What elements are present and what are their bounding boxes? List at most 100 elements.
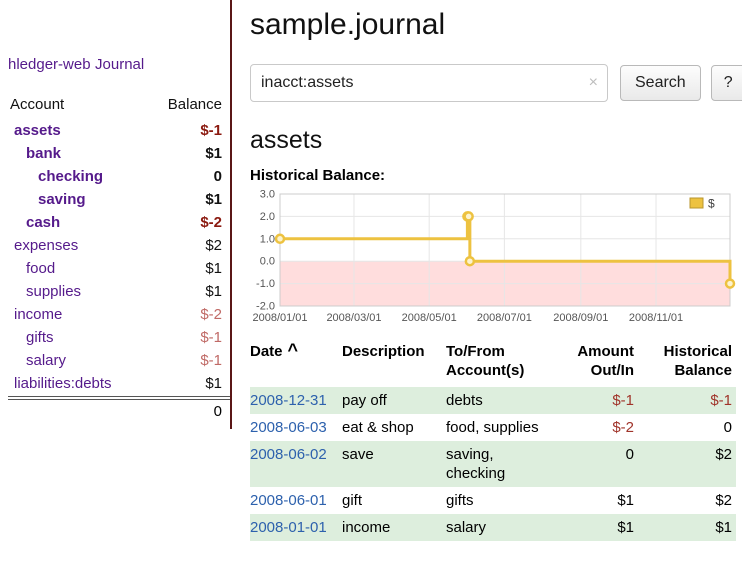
- account-row: bank $1: [8, 143, 230, 166]
- table-row: 2008-06-02 save saving, checking 0 $2: [250, 441, 736, 487]
- transaction-date-link[interactable]: 2008-06-01: [250, 492, 327, 509]
- svg-text:$: $: [708, 197, 715, 211]
- sidebar-account-income[interactable]: income: [14, 306, 62, 324]
- register-sort-date[interactable]: Date ^: [250, 342, 342, 387]
- transaction-balance: $1: [646, 514, 736, 541]
- transaction-amount: $-1: [564, 387, 646, 414]
- sidebar-account-checking[interactable]: checking: [38, 168, 103, 186]
- account-tree-header: Account Balance: [8, 94, 230, 120]
- svg-text:2008/01/01: 2008/01/01: [252, 312, 307, 324]
- sort-asc-icon: ^: [288, 340, 299, 360]
- transaction-description: eat & shop: [342, 414, 446, 441]
- table-row: 2008-01-01 income salary $1 $1: [250, 514, 736, 541]
- svg-text:2008/11/01: 2008/11/01: [629, 312, 683, 324]
- account-balance: $1: [205, 191, 222, 209]
- svg-text:3.0: 3.0: [260, 189, 275, 201]
- transaction-balance: $2: [646, 487, 736, 514]
- account-column-header: Account: [10, 96, 64, 113]
- table-row: 2008-12-31 pay off debts $-1 $-1: [250, 387, 736, 414]
- transaction-description: income: [342, 514, 446, 541]
- sidebar-account-gifts[interactable]: gifts: [26, 329, 54, 347]
- transaction-amount: $-2: [564, 414, 646, 441]
- sidebar-account-supplies[interactable]: supplies: [26, 283, 81, 301]
- account-row: assets $-1: [8, 120, 230, 143]
- account-row: cash $-2: [8, 212, 230, 235]
- account-balance: $1: [205, 145, 222, 163]
- transaction-date-link[interactable]: 2008-12-31: [250, 392, 327, 409]
- account-balance: $1: [205, 260, 222, 278]
- account-row: checking 0: [8, 166, 230, 189]
- register-table: Date ^ Description To/From Account(s) Amo…: [250, 342, 736, 541]
- account-row: gifts $-1: [8, 327, 230, 350]
- transaction-date-link[interactable]: 2008-01-01: [250, 519, 327, 536]
- brand-link[interactable]: hledger-web: [8, 56, 91, 73]
- search-form: × Search ?: [250, 64, 742, 102]
- main-content: sample.journal × Search ? assets Histori…: [232, 0, 742, 541]
- date-header-label: Date: [250, 343, 283, 360]
- sidebar-account-expenses[interactable]: expenses: [14, 237, 78, 255]
- transaction-balance: $2: [646, 441, 736, 487]
- historical-balance-chart[interactable]: 3.02.01.00.0-1.0-2.02008/01/012008/03/01…: [250, 188, 742, 330]
- transaction-date-link[interactable]: 2008-06-02: [250, 446, 327, 463]
- table-row: 2008-06-01 gift gifts $1 $2: [250, 487, 736, 514]
- search-button[interactable]: Search: [620, 65, 701, 101]
- sidebar-account-food[interactable]: food: [26, 260, 55, 278]
- transaction-date-link[interactable]: 2008-06-03: [250, 419, 327, 436]
- account-row: supplies $1: [8, 281, 230, 304]
- description-header: Description: [342, 342, 446, 387]
- transaction-amount: $1: [564, 514, 646, 541]
- account-row: expenses $2: [8, 235, 230, 258]
- account-tree: Account Balance assets $-1 bank $1 check…: [8, 94, 230, 423]
- register-header-row: Date ^ Description To/From Account(s) Amo…: [250, 342, 736, 387]
- balance-column-header: Balance: [168, 96, 222, 113]
- transaction-description: gift: [342, 487, 446, 514]
- account-row: salary $-1: [8, 350, 230, 373]
- svg-text:2.0: 2.0: [260, 211, 275, 223]
- transaction-description: save: [342, 441, 446, 487]
- transaction-description: pay off: [342, 387, 446, 414]
- account-balance: $-2: [200, 214, 222, 232]
- sidebar-account-salary[interactable]: salary: [26, 352, 66, 370]
- transaction-accounts: salary: [446, 514, 564, 541]
- clear-search-icon[interactable]: ×: [589, 75, 598, 91]
- chart-canvas[interactable]: 3.02.01.00.0-1.0-2.02008/01/012008/03/01…: [250, 188, 736, 330]
- search-input[interactable]: [250, 64, 608, 102]
- account-balance: $-1: [200, 329, 222, 347]
- sidebar-account-cash[interactable]: cash: [26, 214, 60, 232]
- account-balance: $-1: [200, 352, 222, 370]
- chart-title: Historical Balance:: [250, 167, 742, 184]
- svg-text:-2.0: -2.0: [256, 301, 275, 313]
- account-row: saving $1: [8, 189, 230, 212]
- svg-text:0.0: 0.0: [260, 256, 275, 268]
- account-heading: assets: [250, 126, 742, 155]
- sidebar-account-bank[interactable]: bank: [26, 145, 61, 163]
- transaction-balance: $-1: [646, 387, 736, 414]
- transaction-accounts: gifts: [446, 487, 564, 514]
- sidebar-account-saving[interactable]: saving: [38, 191, 86, 209]
- balance-header: Historical Balance: [646, 342, 736, 387]
- account-row: income $-2: [8, 304, 230, 327]
- sidebar: hledger-web Journal Account Balance asse…: [0, 0, 232, 429]
- accounts-header: To/From Account(s): [446, 342, 564, 387]
- transaction-accounts: debts: [446, 387, 564, 414]
- sidebar-item-journal[interactable]: Journal: [95, 56, 144, 73]
- help-button[interactable]: ?: [711, 65, 742, 101]
- svg-text:2008/05/01: 2008/05/01: [402, 312, 457, 324]
- transaction-accounts: saving, checking: [446, 441, 564, 487]
- amount-header: Amount Out/In: [564, 342, 646, 387]
- sidebar-account-liabilities-debts[interactable]: liabilities:debts: [14, 375, 112, 393]
- account-balance: 0: [214, 168, 222, 186]
- app-window: hledger-web Journal Account Balance asse…: [0, 0, 742, 541]
- transaction-amount: $1: [564, 487, 646, 514]
- transaction-amount: 0: [564, 441, 646, 487]
- svg-text:2008/09/01: 2008/09/01: [553, 312, 608, 324]
- svg-text:1.0: 1.0: [260, 233, 275, 245]
- transaction-balance: 0: [646, 414, 736, 441]
- total-balance: 0: [214, 403, 222, 420]
- account-balance: $2: [205, 237, 222, 255]
- account-row: liabilities:debts $1: [8, 373, 230, 397]
- account-balance: $-2: [200, 306, 222, 324]
- svg-text:2008/07/01: 2008/07/01: [477, 312, 532, 324]
- sidebar-account-assets[interactable]: assets: [14, 122, 61, 140]
- account-balance: $1: [205, 375, 222, 393]
